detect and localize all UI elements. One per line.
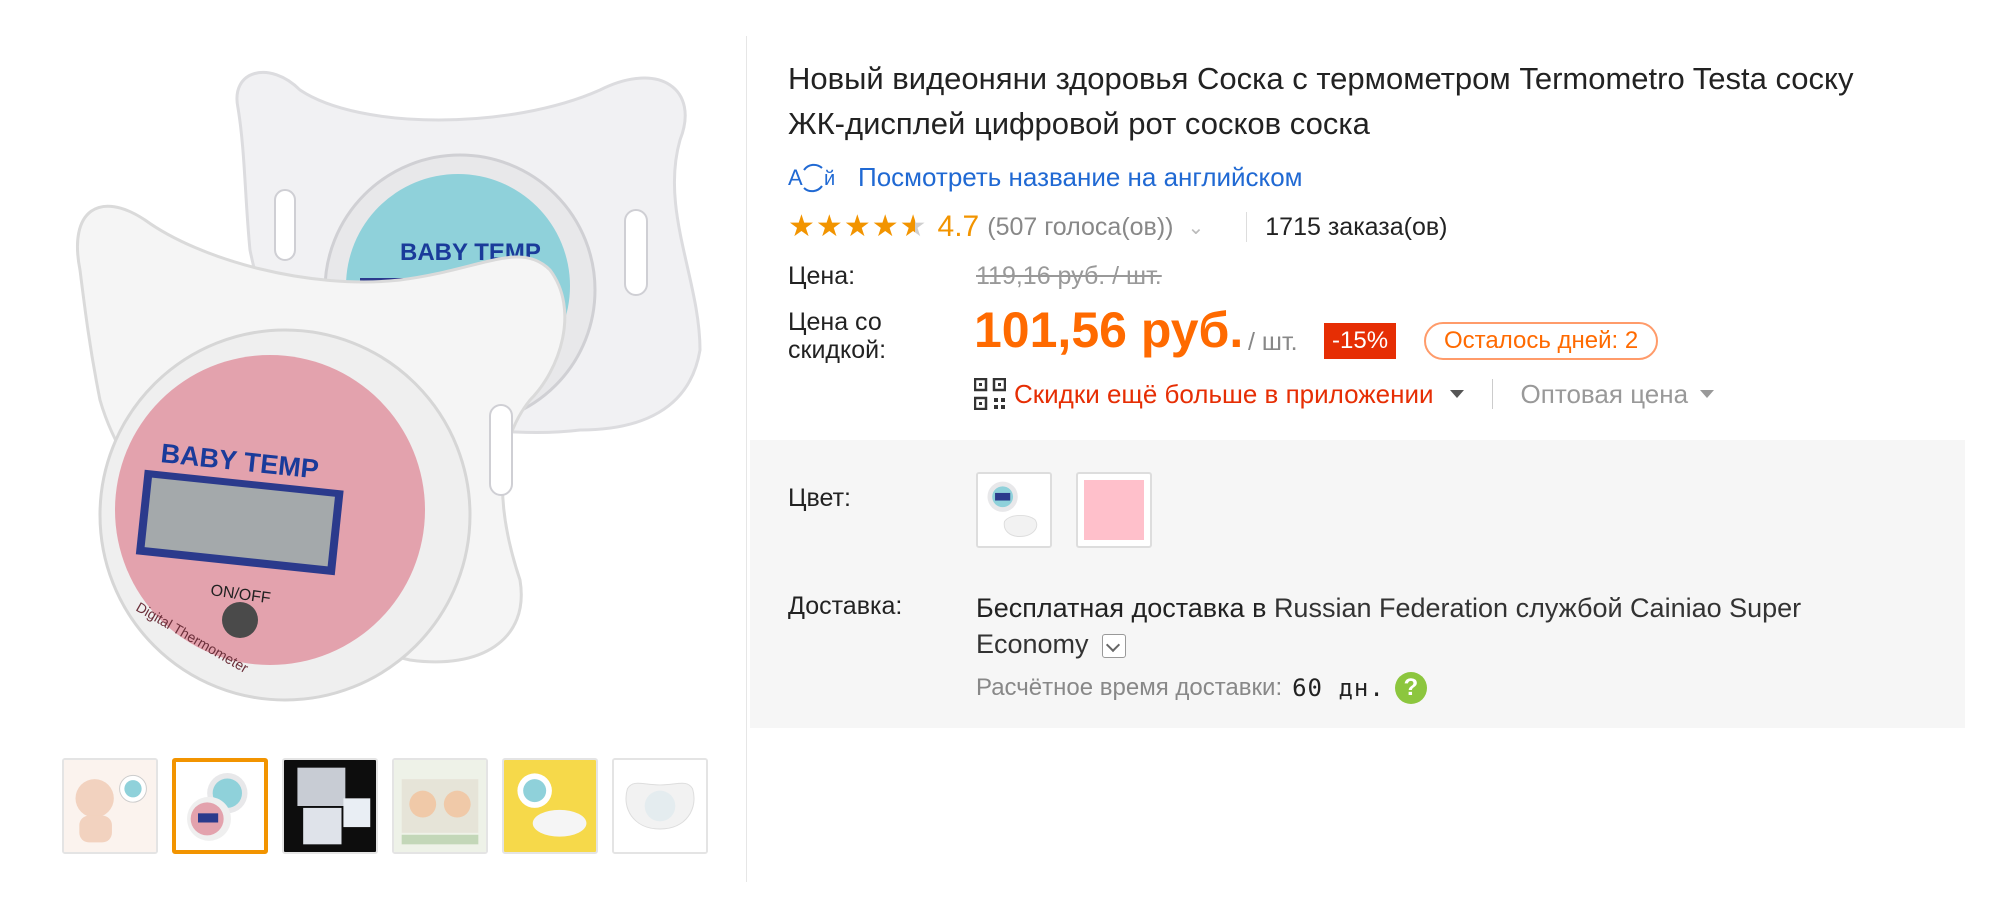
eta-label: Расчётное время доставки: xyxy=(976,674,1283,701)
color-label: Цвет: xyxy=(788,484,851,512)
shipping-label: Доставка: xyxy=(788,592,903,620)
wholesale-price-link[interactable]: Оптовая цена xyxy=(1521,379,1689,410)
caret-down-icon[interactable] xyxy=(1449,390,1464,398)
votes-count[interactable]: (507 голоса(ов)) xyxy=(987,213,1173,242)
thumbnail-3[interactable] xyxy=(282,758,378,854)
thumbnail-4[interactable] xyxy=(392,758,488,854)
product-title: Новый видеоняни здоровья Соска с термоме… xyxy=(788,61,1854,141)
star-icon: ★ xyxy=(843,210,871,243)
delivery-eta: Расчётное время доставки: 60 дн. ? xyxy=(976,672,1427,704)
thumbnail-5[interactable] xyxy=(502,758,598,854)
svg-text:А: А xyxy=(788,165,803,190)
qr-code-icon xyxy=(974,378,1006,410)
orders-count: 1715 заказа(ов) xyxy=(1265,212,1448,241)
app-discount-link[interactable]: Скидки ещё больше в приложении xyxy=(1014,379,1434,410)
star-icon: ★ xyxy=(815,210,843,243)
translate-link-text: Посмотреть название на английском xyxy=(858,161,1303,192)
old-price: 119,16 руб. / шт. xyxy=(976,262,1162,290)
color-swatch-blue[interactable] xyxy=(976,472,1052,548)
rating-stars: ★ ★ ★ ★ ★ xyxy=(788,212,928,242)
pink-color-fill xyxy=(1084,480,1144,540)
app-promo-row: Скидки ещё больше в приложении Оптовая ц… xyxy=(974,374,1715,414)
translate-icon: А й xyxy=(788,163,835,193)
svg-text:й: й xyxy=(824,168,835,190)
star-icon: ★ xyxy=(788,210,815,243)
shipping-options-dropdown[interactable] xyxy=(1102,633,1127,658)
shipping-info: Бесплатная доставка в Russian Federation… xyxy=(976,590,1906,662)
divider xyxy=(1246,212,1248,242)
star-icon: ★ xyxy=(871,210,899,243)
help-icon[interactable]: ? xyxy=(1394,672,1427,704)
days-left-badge: Осталось дней: 2 xyxy=(1424,322,1659,360)
caret-down-icon[interactable] xyxy=(1700,390,1715,398)
thumbnail-6[interactable] xyxy=(612,758,708,854)
discount-badge: -15% xyxy=(1324,323,1397,359)
price-label: Цена: xyxy=(788,262,856,290)
shipping-prefix: Бесплатная доставка в xyxy=(976,593,1267,623)
thumbnail-2[interactable] xyxy=(172,758,268,854)
product-gallery: BABY TEMP BABY TEMP ON/OFF Digital Therm… xyxy=(0,0,745,899)
thumbnail-1[interactable] xyxy=(62,758,158,854)
rating-value: 4.7 xyxy=(937,210,980,243)
eta-value: 60 дн. xyxy=(1292,674,1385,702)
sale-price: 101,56 руб. xyxy=(974,302,1244,358)
color-swatch-pink[interactable] xyxy=(1076,472,1152,548)
translate-title-link[interactable]: А й Посмотреть название на английском xyxy=(788,160,1303,194)
column-divider xyxy=(746,36,747,882)
sale-price-label: Цена со скидкой: xyxy=(788,308,887,364)
rating-row: ★ ★ ★ ★ ★ 4.7 (507 голоса(ов)) ⌄ 1715 за… xyxy=(788,208,1448,246)
half-star-icon: ★ xyxy=(899,210,927,243)
chevron-down-icon[interactable]: ⌄ xyxy=(1188,215,1205,240)
per-unit-label: / шт. xyxy=(1248,328,1298,356)
divider xyxy=(1491,379,1493,409)
main-product-image[interactable]: BABY TEMP BABY TEMP ON/OFF Digital Therm… xyxy=(60,50,720,710)
